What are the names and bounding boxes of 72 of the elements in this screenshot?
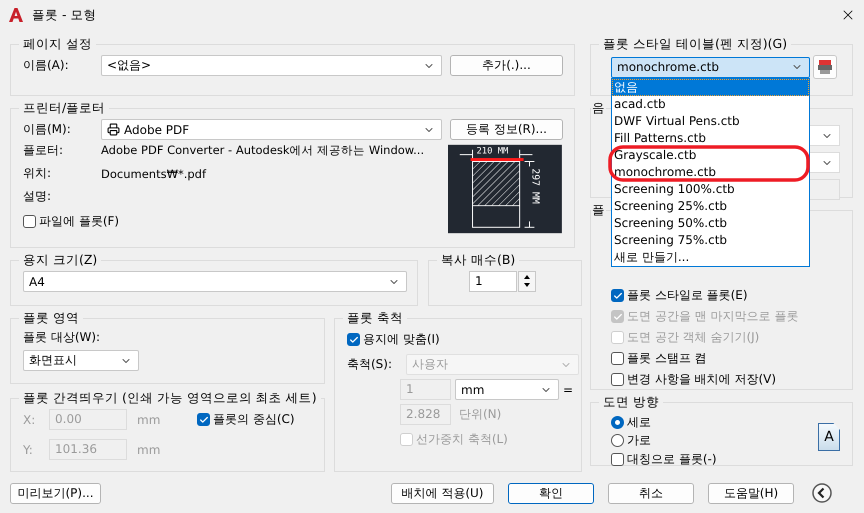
unit-label: mm bbox=[137, 412, 162, 426]
radio-label[interactable]: 세로 bbox=[627, 414, 651, 430]
printer-select[interactable]: Adobe PDF bbox=[101, 119, 442, 140]
checkbox[interactable] bbox=[23, 215, 36, 228]
group-label: 복사 매수(B) bbox=[440, 252, 516, 269]
dialog-button[interactable]: 취소 bbox=[608, 482, 694, 504]
unit-label: mm bbox=[137, 442, 162, 456]
checkbox[interactable] bbox=[347, 333, 360, 346]
info-label: 위치: bbox=[23, 165, 52, 182]
dimension-label: 297 MM bbox=[530, 168, 541, 204]
radio-button[interactable] bbox=[611, 434, 624, 446]
dialog-button[interactable]: 배치에 적용(U) bbox=[391, 482, 494, 504]
page-orientation-icon: A bbox=[818, 423, 840, 451]
add-button[interactable]: 추가(.)... bbox=[450, 55, 563, 76]
field-label: Y: bbox=[23, 442, 34, 456]
info-label: 설명: bbox=[23, 188, 52, 205]
group-label: 플롯 영역 bbox=[22, 310, 80, 327]
group-label: 용지 크기(Z) bbox=[22, 252, 98, 269]
paper-size-select[interactable]: A4 bbox=[23, 271, 407, 292]
checkbox[interactable] bbox=[611, 289, 624, 302]
radio-button[interactable] bbox=[611, 416, 624, 428]
checkbox[interactable] bbox=[611, 373, 624, 386]
dialog-button[interactable]: 미리보기(P)... bbox=[10, 482, 101, 504]
field-label: 이름(M): bbox=[23, 121, 72, 138]
copies-input[interactable]: 1 bbox=[469, 271, 517, 292]
dialog-button[interactable]: 확인 bbox=[508, 482, 594, 504]
printer-icon bbox=[107, 123, 120, 136]
field-label: 이름(A): bbox=[23, 57, 70, 74]
plot-style-select[interactable]: monochrome.ctb bbox=[611, 56, 810, 78]
group-label: 도면 방향 bbox=[602, 394, 660, 411]
checkbox[interactable] bbox=[197, 413, 210, 426]
checkbox-label[interactable]: 플롯 스타일로 플롯(E) bbox=[627, 287, 748, 304]
info-value: Documents₩*.pdf bbox=[101, 166, 206, 180]
dropdown-option[interactable]: 없음 bbox=[612, 78, 809, 96]
dialog-button[interactable]: 도움말(H) bbox=[708, 482, 794, 504]
checkbox-label[interactable]: 플롯의 중심(C) bbox=[213, 411, 295, 428]
paper-drawing bbox=[472, 161, 520, 228]
equals-sign: = bbox=[563, 382, 574, 396]
group-label: 플 bbox=[591, 202, 606, 219]
app-logo-icon bbox=[8, 7, 24, 23]
checkbox[interactable] bbox=[611, 453, 624, 466]
info-label: 플로터: bbox=[23, 142, 64, 159]
unit-label: 단위(N) bbox=[459, 406, 502, 423]
window-title: 플롯 - 모형 bbox=[32, 6, 98, 24]
checkbox-label[interactable]: 파일에 플롯(F) bbox=[39, 213, 120, 230]
input-field[interactable] bbox=[810, 179, 840, 200]
group-label: 페이지 설정 bbox=[22, 36, 93, 53]
spinner-control[interactable] bbox=[518, 271, 536, 292]
checkbox-label[interactable]: 대칭으로 플롯(-) bbox=[627, 451, 717, 468]
group-label: 프린터/플로터 bbox=[22, 100, 106, 117]
collapse-icon[interactable] bbox=[812, 483, 832, 503]
plot-style-editor-button[interactable] bbox=[813, 55, 837, 79]
field-label: X: bbox=[23, 412, 36, 426]
dimension-label: 210 MM bbox=[476, 146, 508, 157]
highlight-line bbox=[470, 158, 524, 162]
group-label: 플롯 간격띄우기 (인쇄 가능 영역으로의 최초 세트) bbox=[22, 390, 318, 407]
checkbox-label[interactable]: 용지에 맞춤(I) bbox=[363, 331, 440, 348]
group-label: 플롯 스타일 테이블(펜 지정)(G) bbox=[602, 36, 788, 53]
radio-label[interactable]: 가로 bbox=[627, 432, 651, 448]
info-value: Adobe PDF Converter - Autodesk에서 제공하는 Window... bbox=[101, 143, 424, 158]
group-label: 플롯 축척 bbox=[346, 310, 404, 327]
field-label: 플롯 대상(W): bbox=[23, 329, 102, 346]
properties-button[interactable]: 등록 정보(R)... bbox=[450, 119, 563, 140]
checkbox-label[interactable]: 플롯 스탬프 켬 bbox=[627, 350, 707, 367]
page-setup-select[interactable]: <없음> bbox=[101, 55, 442, 76]
plot-area-select[interactable]: 화면표시 bbox=[23, 350, 139, 371]
plotter-icon bbox=[817, 59, 833, 75]
field-label: 축척(S): bbox=[347, 356, 394, 373]
unit-select[interactable]: mm bbox=[455, 379, 559, 400]
checkbox-label[interactable]: 변경 사항을 배치에 저장(V) bbox=[627, 371, 776, 388]
checkbox[interactable] bbox=[611, 352, 624, 365]
group-label: 음 bbox=[591, 100, 606, 117]
